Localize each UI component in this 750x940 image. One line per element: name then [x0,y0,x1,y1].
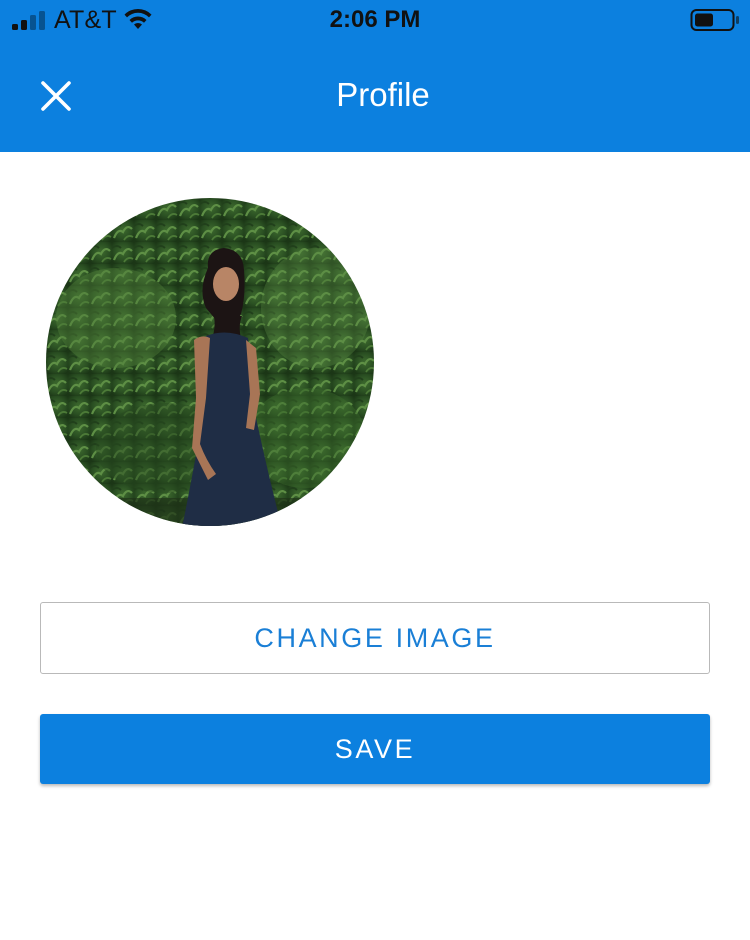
profile-photo [46,198,374,526]
app-header: AT&T 2:06 PM Profile [0,0,750,152]
page-title: Profile [336,76,430,113]
status-time: 2:06 PM [329,6,421,33]
battery-level-fill [695,13,713,27]
avatar [46,198,374,526]
status-bar: AT&T 2:06 PM [0,0,750,40]
change-image-button[interactable]: CHANGE IMAGE [40,602,710,674]
save-button[interactable]: SAVE [40,714,710,784]
navbar: Profile [0,40,750,152]
battery-icon [690,9,739,31]
